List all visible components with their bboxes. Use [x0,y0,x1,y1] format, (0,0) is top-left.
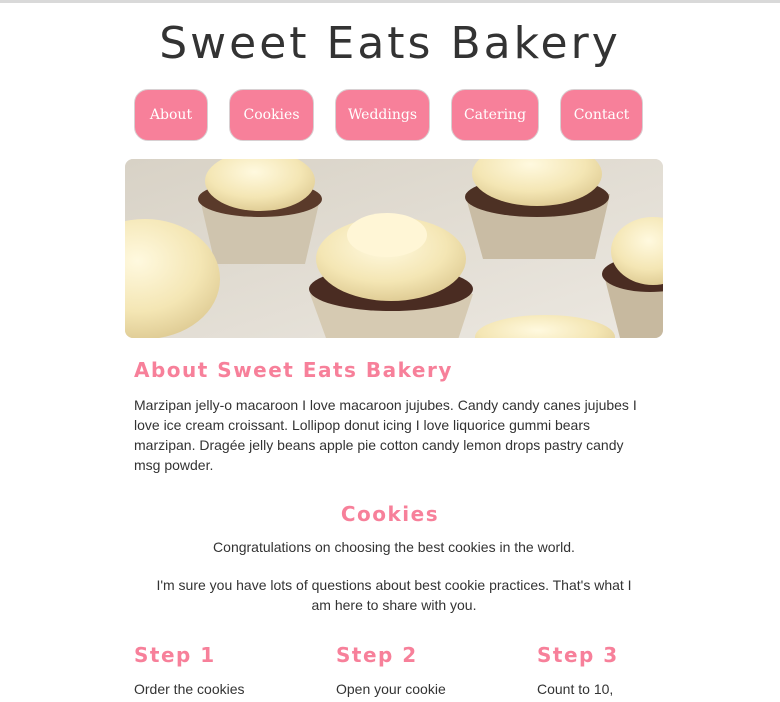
nav-weddings-button[interactable]: Weddings [335,89,430,141]
cookies-questions: I'm sure you have lots of questions abou… [156,577,632,613]
step-text: Count to 10, [537,681,614,697]
cookies-heading: Cookies [340,502,440,526]
top-border [0,0,780,3]
step-1: Step 1 Order the cookies [134,643,314,699]
hero-image [125,159,663,338]
step-3: Step 3 Count to 10, [537,643,717,699]
nav-about-button[interactable]: About [134,89,208,141]
site-title: Sweet Eats Bakery [159,18,621,69]
cupcakes-image [125,159,663,338]
nav-contact-button[interactable]: Contact [560,89,643,141]
main-nav: About Cookies Weddings Catering Contact [0,89,780,141]
step-text: Open your cookie [336,681,446,697]
nav-cookies-button[interactable]: Cookies [229,89,314,141]
step-2: Step 2 Open your cookie [336,643,516,699]
about-heading: About Sweet Eats Bakery [134,358,453,382]
step-title: Step 3 [537,643,619,667]
nav-catering-button[interactable]: Catering [451,89,539,141]
step-title: Step 1 [134,643,216,667]
cookies-intro: Congratulations on choosing the best coo… [213,539,575,555]
step-title: Step 2 [336,643,418,667]
about-text: Marzipan jelly-o macaroon I love macaroo… [134,397,637,473]
step-text: Order the cookies [134,681,245,697]
